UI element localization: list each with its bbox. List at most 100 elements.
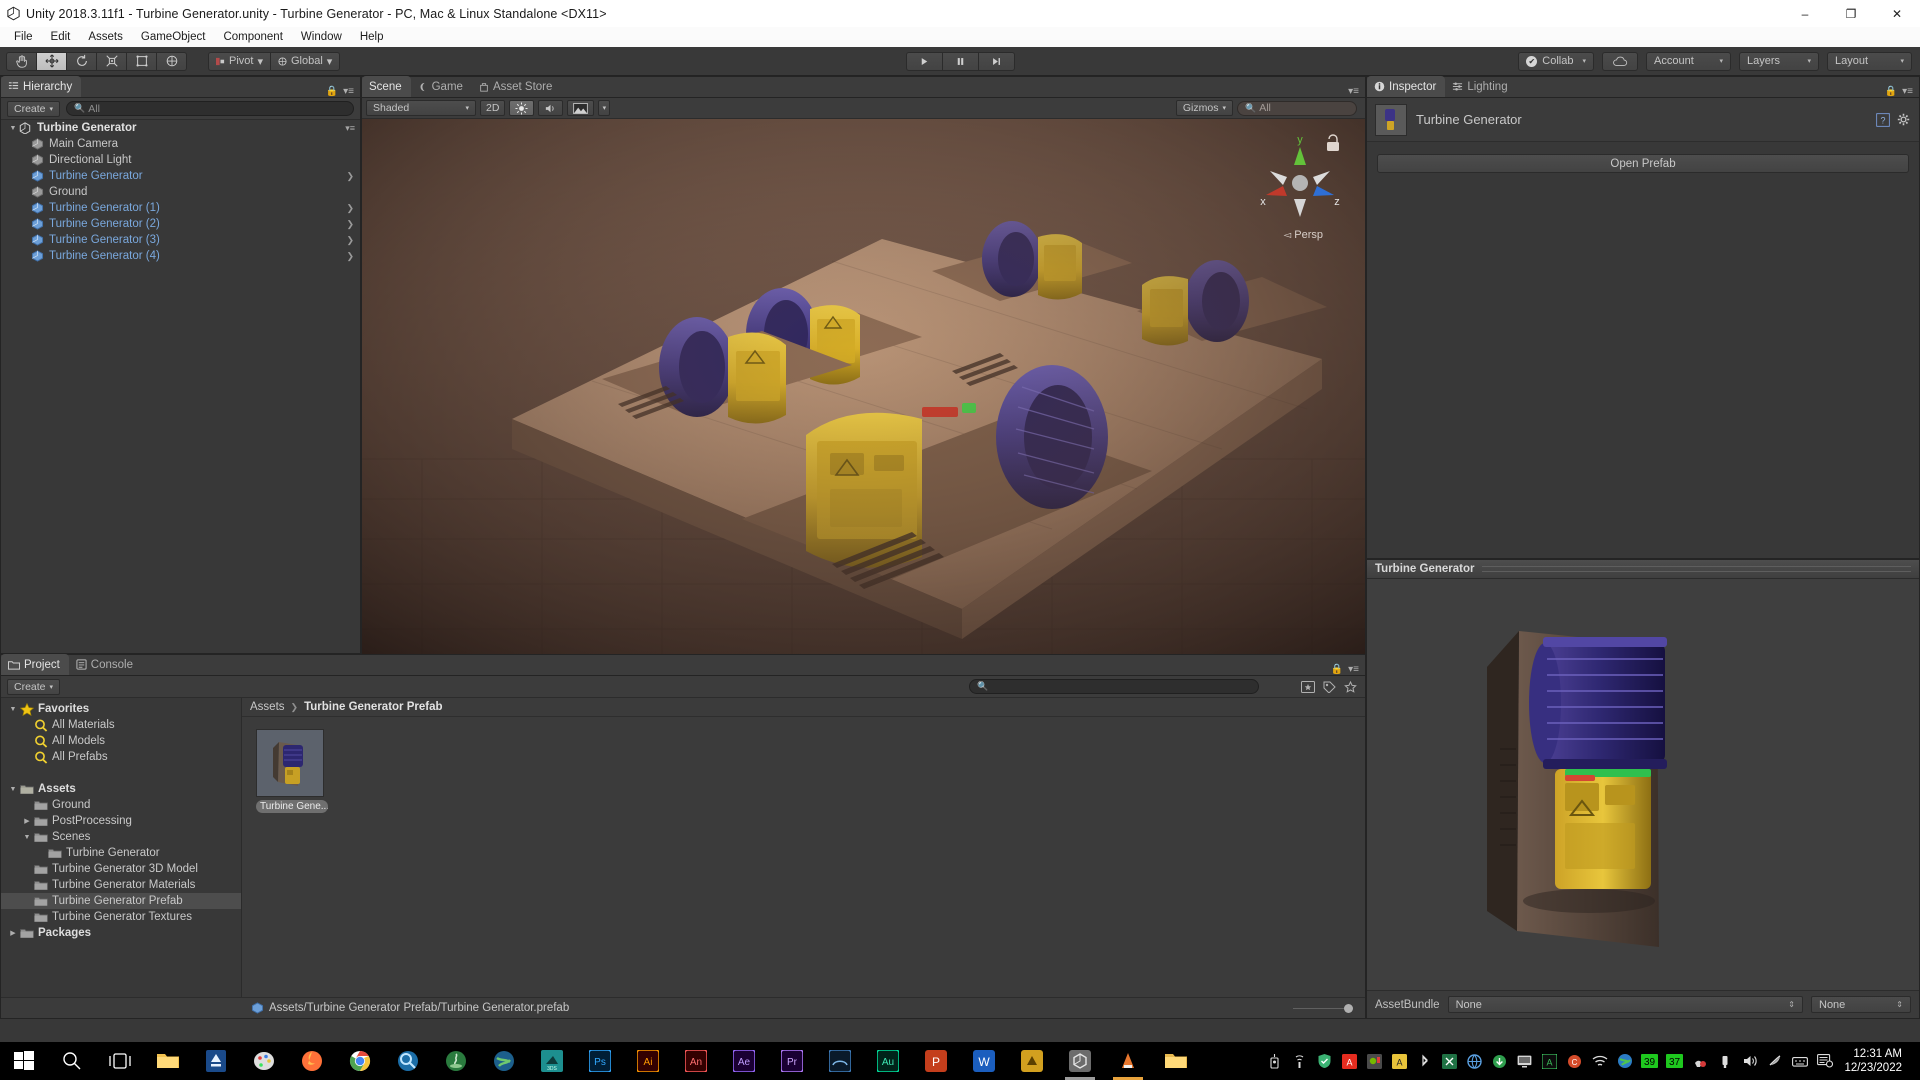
project-tree-item-2[interactable]: All Models bbox=[1, 733, 241, 749]
scene-search-input[interactable]: 🔍 All bbox=[1237, 100, 1357, 116]
zoom-slider[interactable] bbox=[1293, 1003, 1353, 1014]
battery-icon[interactable] bbox=[1263, 1042, 1286, 1080]
global-toggle[interactable]: Global ▾ bbox=[270, 51, 341, 71]
project-tree-item-10[interactable]: Turbine Generator 3D Model bbox=[1, 861, 241, 877]
effects-toggle-button[interactable] bbox=[567, 100, 595, 116]
assetbundle-dropdown[interactable]: None ⇕ bbox=[1447, 996, 1803, 1013]
adobe-icon[interactable]: A bbox=[1338, 1042, 1361, 1080]
effects-dropdown-button[interactable]: ▾ bbox=[598, 100, 611, 116]
move-tool-button[interactable] bbox=[36, 51, 67, 71]
hierarchy-item-3[interactable]: Ground bbox=[1, 184, 360, 200]
project-tree-item-11[interactable]: Turbine Generator Materials bbox=[1, 877, 241, 893]
menu-assets[interactable]: Assets bbox=[79, 29, 132, 45]
start-button[interactable] bbox=[0, 1042, 48, 1080]
photoshop-icon[interactable]: Ps bbox=[576, 1042, 624, 1080]
cloud-button[interactable] bbox=[1602, 51, 1638, 71]
chevron-right-icon[interactable]: ❯ bbox=[346, 203, 354, 214]
hierarchy-item-2[interactable]: Turbine Generator ❯ bbox=[1, 168, 360, 184]
gear-icon[interactable] bbox=[1897, 113, 1911, 127]
scale-tool-button[interactable] bbox=[96, 51, 127, 71]
defender-icon[interactable] bbox=[1313, 1042, 1336, 1080]
hierarchy-item-0[interactable]: Main Camera bbox=[1, 136, 360, 152]
chrome-icon[interactable] bbox=[336, 1042, 384, 1080]
chevron-right-icon[interactable]: ❯ bbox=[346, 171, 354, 182]
bridge-icon[interactable] bbox=[816, 1042, 864, 1080]
wifi-icon[interactable] bbox=[1588, 1042, 1611, 1080]
java-icon[interactable] bbox=[432, 1042, 480, 1080]
hierarchy-item-6[interactable]: Turbine Generator (3) ❯ bbox=[1, 232, 360, 248]
badge-39[interactable]: 39 bbox=[1638, 1042, 1661, 1080]
project-create-button[interactable]: Create ▾ bbox=[7, 678, 61, 695]
tab-project[interactable]: Project bbox=[1, 654, 69, 675]
project-tree-item-12[interactable]: Turbine Generator Prefab bbox=[1, 893, 241, 909]
paint-icon[interactable] bbox=[240, 1042, 288, 1080]
tag-icon[interactable] bbox=[1323, 681, 1336, 693]
twod-toggle-button[interactable]: 2D bbox=[480, 100, 506, 116]
project-tree-item-0[interactable]: ▼ Favorites bbox=[1, 701, 241, 717]
menu-edit[interactable]: Edit bbox=[42, 29, 80, 45]
menu-file[interactable]: File bbox=[5, 29, 42, 45]
pivot-toggle[interactable]: Pivot ▾ bbox=[208, 51, 271, 71]
menu-icon[interactable]: ▾≡ bbox=[1348, 86, 1359, 97]
folder-icon[interactable] bbox=[1152, 1042, 1200, 1080]
assetbundle-variant-dropdown[interactable]: None ⇕ bbox=[1811, 996, 1911, 1013]
project-tree-item-5[interactable]: ▼ Assets bbox=[1, 781, 241, 797]
preview-viewport[interactable] bbox=[1367, 579, 1919, 990]
badge-37[interactable]: 37 bbox=[1663, 1042, 1686, 1080]
unity-icon[interactable] bbox=[1056, 1042, 1104, 1080]
project-tree-item-8[interactable]: ▼ Scenes bbox=[1, 829, 241, 845]
scene-view-gizmo[interactable]: y x z bbox=[1257, 133, 1343, 233]
substance-icon[interactable] bbox=[1008, 1042, 1056, 1080]
breadcrumb-assets[interactable]: Assets bbox=[250, 701, 285, 713]
menu-window[interactable]: Window bbox=[292, 29, 351, 45]
draw-mode-dropdown[interactable]: Shaded ▾ bbox=[366, 100, 476, 116]
task-view-icon[interactable] bbox=[96, 1042, 144, 1080]
favorite-icon[interactable] bbox=[1344, 680, 1357, 693]
acrobat-icon[interactable]: A bbox=[1538, 1042, 1561, 1080]
tab-console[interactable]: Console bbox=[69, 654, 142, 675]
search-icon[interactable] bbox=[48, 1042, 96, 1080]
hid-icon[interactable] bbox=[1288, 1042, 1311, 1080]
globe-icon[interactable] bbox=[480, 1042, 528, 1080]
globe2-icon[interactable] bbox=[1463, 1042, 1486, 1080]
scanner-icon[interactable] bbox=[192, 1042, 240, 1080]
firefox-icon[interactable] bbox=[288, 1042, 336, 1080]
menu-gameobject[interactable]: GameObject bbox=[132, 29, 215, 45]
animate-icon[interactable]: An bbox=[672, 1042, 720, 1080]
audition-icon[interactable]: Au bbox=[864, 1042, 912, 1080]
monitor-icon[interactable] bbox=[1513, 1042, 1536, 1080]
hierarchy-item-4[interactable]: Turbine Generator (1) ❯ bbox=[1, 200, 360, 216]
tab-scene[interactable]: Scene bbox=[362, 76, 411, 97]
open-prefab-button[interactable]: Open Prefab bbox=[1377, 154, 1909, 173]
project-tree-item-7[interactable]: ▶ PostProcessing bbox=[1, 813, 241, 829]
tab-asset-store[interactable]: Asset Store bbox=[472, 76, 561, 97]
transform-tool-button[interactable] bbox=[156, 51, 187, 71]
after-effects-icon[interactable]: Ae bbox=[720, 1042, 768, 1080]
chevron-right-icon[interactable]: ❯ bbox=[346, 219, 354, 230]
hierarchy-item-7[interactable]: Turbine Generator (4) ❯ bbox=[1, 248, 360, 264]
hierarchy-create-button[interactable]: Create ▾ bbox=[7, 100, 61, 117]
project-search-input[interactable]: 🔍 bbox=[969, 679, 1259, 694]
notification-icon[interactable] bbox=[1813, 1042, 1836, 1080]
project-tree-item-3[interactable]: All Prefabs bbox=[1, 749, 241, 765]
audio-toggle-button[interactable] bbox=[538, 100, 564, 116]
lock-icon[interactable]: 🔒 bbox=[1331, 664, 1343, 675]
gizmos-dropdown[interactable]: Gizmos ▾ bbox=[1175, 100, 1233, 116]
tab-inspector[interactable]: Inspector bbox=[1367, 76, 1446, 97]
powerpoint-icon[interactable]: P bbox=[912, 1042, 960, 1080]
menu-icon[interactable]: ▾≡ bbox=[343, 86, 354, 97]
blender-icon[interactable]: 3DS bbox=[528, 1042, 576, 1080]
bluetooth-icon[interactable] bbox=[1413, 1042, 1436, 1080]
volume-icon[interactable] bbox=[1738, 1042, 1761, 1080]
word-icon[interactable]: W bbox=[960, 1042, 1008, 1080]
chevron-right-icon[interactable]: ▶ bbox=[21, 817, 33, 825]
chevron-down-icon[interactable]: ▼ bbox=[7, 706, 19, 713]
pause-button[interactable] bbox=[942, 51, 979, 71]
download-icon[interactable] bbox=[1488, 1042, 1511, 1080]
menu-icon[interactable]: ▾≡ bbox=[1348, 664, 1359, 675]
tab-game[interactable]: Game bbox=[411, 76, 472, 97]
slider-knob[interactable] bbox=[1344, 1003, 1353, 1013]
chevron-down-icon[interactable]: ▼ bbox=[21, 834, 33, 841]
rect-tool-button[interactable] bbox=[126, 51, 157, 71]
file-explorer-icon[interactable] bbox=[144, 1042, 192, 1080]
